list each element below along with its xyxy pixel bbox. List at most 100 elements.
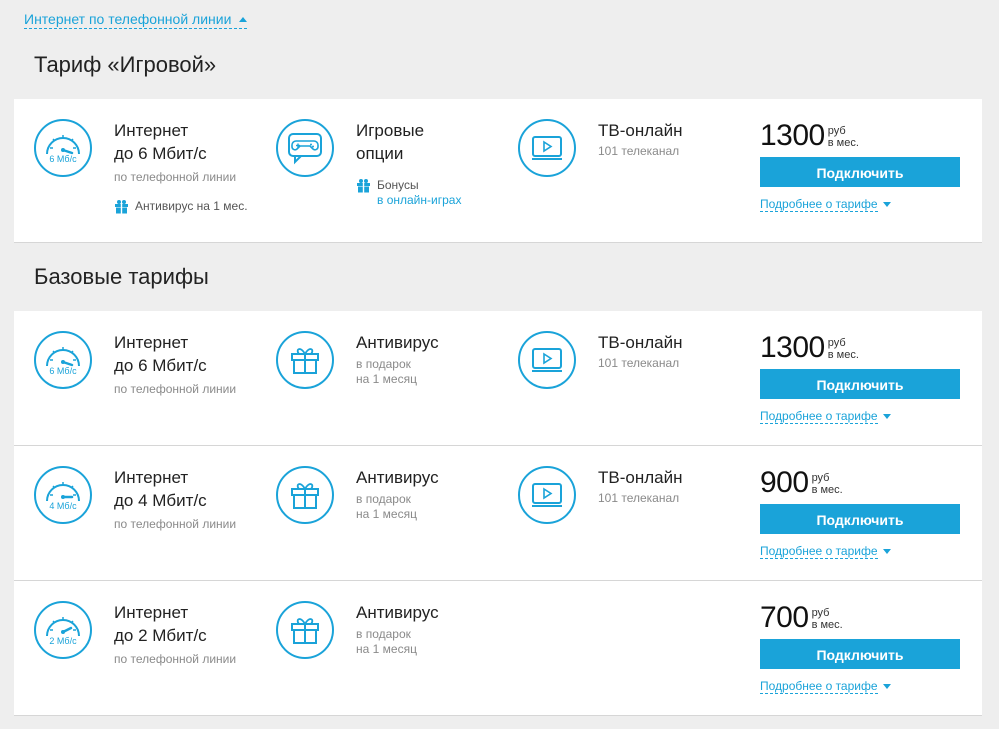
speed-label: 4 Мб/с [49, 501, 77, 511]
antivirus-sub2: на 1 месяц [356, 372, 417, 386]
feature-tv: ТВ-онлайн 101 телеканал [518, 331, 683, 389]
feature-internet: 4 Мб/с Интернет до 4 Мбит/с по телефонно… [34, 466, 236, 532]
gift-icon [115, 200, 128, 214]
tv-icon [518, 119, 576, 177]
tv-title: ТВ-онлайн [598, 333, 683, 352]
price-block: 1300 руб в мес. Подключить Подробнее о т… [760, 119, 960, 212]
price-period: в мес. [827, 349, 859, 361]
tv-sub: 101 телеканал [598, 144, 680, 158]
tariff-card-base-1: 6 Мб/с Интернет до 6 Мбит/с по телефонно… [14, 311, 982, 446]
game-bonus-line2[interactable]: в онлайн-играх [377, 193, 461, 208]
price-block: 700 руб в мес. Подключить Подробнее о та… [760, 601, 960, 694]
internet-phone-line-toggle[interactable]: Интернет по телефонной линии [24, 11, 248, 29]
internet-speed: до 6 Мбит/с [114, 144, 207, 163]
game-title-line2: опции [356, 144, 404, 163]
internet-sub: по телефонной линии [114, 517, 237, 531]
price-block: 1300 руб в мес. Подключить Подробнее о т… [760, 331, 960, 424]
feature-internet: 2 Мб/с Интернет до 2 Мбит/с по телефонно… [34, 601, 236, 667]
speed-label: 2 Мб/с [49, 636, 77, 646]
price-period: в мес. [827, 137, 859, 149]
caret-up-icon [239, 17, 248, 22]
connect-button[interactable]: Подключить [760, 157, 960, 187]
tv-icon [518, 331, 576, 389]
antivirus-title: Антивирус [356, 468, 439, 487]
tariff-details-label: Подробнее о тарифе [760, 544, 878, 559]
internet-title: Интернет [114, 603, 189, 622]
tariff-card-base-2: 4 Мб/с Интернет до 4 Мбит/с по телефонно… [14, 446, 982, 581]
speedometer-icon: 2 Мб/с [34, 601, 92, 659]
caret-down-icon [882, 684, 891, 689]
price-value: 1300 [760, 119, 825, 152]
tariff-details-link[interactable]: Подробнее о тарифе [760, 544, 960, 559]
tv-icon [518, 466, 576, 524]
antivirus-title: Антивирус [356, 603, 439, 622]
game-title-line1: Игровые [356, 121, 425, 140]
tv-title: ТВ-онлайн [598, 121, 683, 140]
speed-label: 6 Мб/с [49, 366, 77, 376]
tariff-details-link[interactable]: Подробнее о тарифе [760, 197, 960, 212]
price-value: 1300 [760, 331, 825, 364]
tariff-details-link[interactable]: Подробнее о тарифе [760, 679, 960, 694]
antivirus-sub1: в подарок [356, 627, 411, 641]
connect-button[interactable]: Подключить [760, 639, 960, 669]
feature-game-options: Игровые опции Бонусы в онлайн-играх [276, 119, 461, 208]
internet-sub: по телефонной линии [114, 382, 237, 396]
price-period: в мес. [811, 484, 843, 496]
antivirus-sub2: на 1 месяц [356, 507, 417, 521]
feature-antivirus: Антивирус в подарок на 1 месяц [276, 601, 439, 659]
internet-bonus: Антивирус на 1 мес. [135, 199, 248, 213]
tv-sub: 101 телеканал [598, 491, 680, 505]
feature-tv: ТВ-онлайн 101 телеканал [518, 119, 683, 177]
tv-title: ТВ-онлайн [598, 468, 683, 487]
price-block: 900 руб в мес. Подключить Подробнее о та… [760, 466, 960, 559]
internet-speed: до 4 Мбит/с [114, 491, 207, 510]
tv-sub: 101 телеканал [598, 356, 680, 370]
price-currency: руб [811, 607, 830, 619]
game-bonus-line1: Бонусы [377, 178, 419, 192]
caret-down-icon [882, 549, 891, 554]
speedometer-icon: 4 Мб/с [34, 466, 92, 524]
gift-icon [276, 331, 334, 389]
connect-button[interactable]: Подключить [760, 504, 960, 534]
gift-icon [276, 466, 334, 524]
price-period: в мес. [811, 619, 843, 631]
antivirus-sub1: в подарок [356, 357, 411, 371]
antivirus-sub2: на 1 месяц [356, 642, 417, 656]
antivirus-title: Антивирус [356, 333, 439, 352]
tariff-card-base-3: 2 Мб/с Интернет до 2 Мбит/с по телефонно… [14, 581, 982, 716]
price-currency: руб [811, 472, 830, 484]
speed-label: 6 Мб/с [49, 154, 77, 164]
tariff-details-label: Подробнее о тарифе [760, 409, 878, 424]
section-title-base: Базовые тарифы [34, 264, 209, 289]
internet-sub: по телефонной линии [114, 652, 237, 666]
price-value: 900 [760, 466, 809, 499]
gamepad-icon [276, 119, 334, 177]
internet-title: Интернет [114, 121, 189, 140]
speedometer-icon: 6 Мб/с [34, 331, 92, 389]
feature-antivirus: Антивирус в подарок на 1 месяц [276, 466, 439, 524]
feature-tv: ТВ-онлайн 101 телеканал [518, 466, 683, 524]
tariff-details-label: Подробнее о тарифе [760, 197, 878, 212]
feature-antivirus: Антивирус в подарок на 1 месяц [276, 331, 439, 389]
internet-speed: до 6 Мбит/с [114, 356, 207, 375]
antivirus-sub1: в подарок [356, 492, 411, 506]
tariff-details-link[interactable]: Подробнее о тарифе [760, 409, 960, 424]
tariff-details-label: Подробнее о тарифе [760, 679, 878, 694]
price-currency: руб [827, 337, 846, 349]
price-value: 700 [760, 601, 809, 634]
internet-title: Интернет [114, 468, 189, 487]
internet-speed: до 2 Мбит/с [114, 626, 207, 645]
speedometer-icon: 6 Мб/с [34, 119, 92, 177]
caret-down-icon [882, 202, 891, 207]
internet-title: Интернет [114, 333, 189, 352]
connect-button[interactable]: Подключить [760, 369, 960, 399]
gift-icon [357, 179, 370, 193]
feature-internet: 6 Мб/с Интернет до 6 Мбит/с по телефонно… [34, 331, 236, 397]
gift-icon [276, 601, 334, 659]
internet-sub: по телефонной линии [114, 170, 237, 184]
feature-internet: 6 Мб/с Интернет до 6 Мбит/с по телефонно… [34, 119, 248, 214]
caret-down-icon [882, 414, 891, 419]
section-title-game: Тариф «Игровой» [34, 52, 217, 77]
toggle-label: Интернет по телефонной линии [24, 11, 232, 27]
price-currency: руб [827, 125, 846, 137]
